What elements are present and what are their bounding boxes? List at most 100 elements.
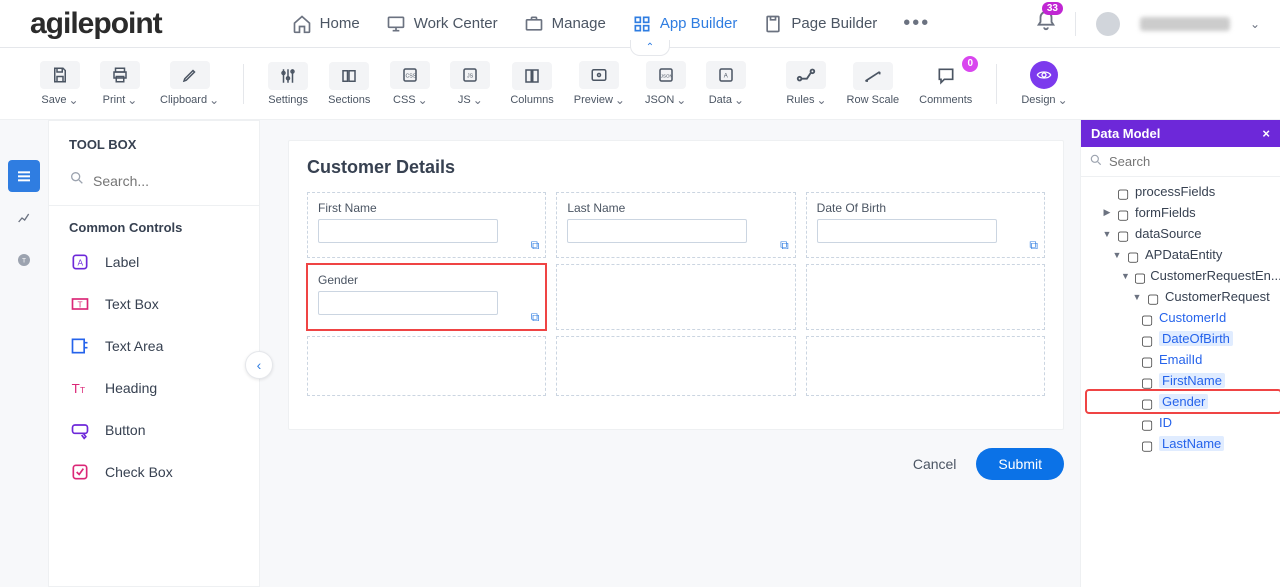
leaf-emailid[interactable]: ▢EmailId: [1087, 349, 1280, 370]
user-menu-chevron[interactable]: ⌄: [1250, 17, 1260, 31]
tool-data[interactable]: A Data⌄: [706, 61, 746, 107]
textarea-icon: [69, 335, 91, 357]
cancel-button[interactable]: Cancel: [913, 456, 957, 472]
field-gender[interactable]: Gender ⧉: [307, 264, 546, 330]
field-last-name-input[interactable]: [567, 219, 747, 243]
node-customerrequest[interactable]: ▼▢CustomerRequest: [1087, 286, 1280, 307]
tool-sections[interactable]: Sections: [328, 62, 370, 106]
toolbox-section-common: Common Controls: [49, 206, 259, 241]
search-icon: [69, 170, 85, 191]
node-datasource[interactable]: ▼▢dataSource: [1087, 223, 1280, 244]
tool-columns-label: Columns: [510, 94, 553, 106]
leaf-lastname[interactable]: ▢LastName: [1087, 433, 1280, 454]
field-first-name[interactable]: First Name ⧉: [307, 192, 546, 258]
side-tabs: T: [0, 120, 48, 587]
username: [1140, 17, 1230, 31]
tool-rules[interactable]: Rules⌄: [786, 61, 826, 107]
toolbox-search[interactable]: [49, 162, 259, 206]
tool-settings-label: Settings: [268, 94, 308, 106]
pencil-icon: [170, 61, 210, 89]
empty-cell[interactable]: [806, 264, 1045, 330]
folder-icon: ▢: [1134, 270, 1146, 282]
empty-cell[interactable]: [556, 264, 795, 330]
data-model-tree: ▢processFields ▶▢formFields ▼▢dataSource…: [1081, 177, 1280, 587]
field-first-name-input[interactable]: [318, 219, 498, 243]
tool-json-label: JSON: [645, 94, 674, 106]
tool-comments-label: Comments: [919, 94, 972, 106]
nav-manage[interactable]: Manage: [524, 14, 606, 34]
nav-work-center[interactable]: Work Center: [386, 14, 498, 34]
node-formfields[interactable]: ▶▢formFields: [1087, 202, 1280, 223]
tool-save[interactable]: Save⌄: [40, 61, 80, 107]
nav-app-builder[interactable]: App Builder: [632, 14, 738, 34]
binding-icon: ⧉: [531, 238, 540, 253]
notifications-button[interactable]: 33: [1035, 10, 1055, 37]
tool-sections-label: Sections: [328, 94, 370, 106]
control-textbox[interactable]: T Text Box: [49, 283, 259, 325]
field-dob-input[interactable]: [817, 219, 997, 243]
control-textarea[interactable]: Text Area: [49, 325, 259, 367]
node-customerrequesten[interactable]: ▼▢CustomerRequestEn...: [1087, 265, 1280, 286]
design-icon: [1030, 61, 1058, 89]
side-tab-text[interactable]: T: [8, 244, 40, 276]
tool-clipboard[interactable]: Clipboard⌄: [160, 61, 219, 107]
data-model-search[interactable]: [1081, 147, 1280, 177]
form-canvas[interactable]: Customer Details First Name ⧉ Last Name …: [288, 140, 1064, 430]
tool-css[interactable]: CSS CSS⌄: [390, 61, 430, 107]
node-apdataentity[interactable]: ▼▢APDataEntity: [1087, 244, 1280, 265]
data-model-panel: Data Model × ▢processFields ▶▢formFields…: [1080, 120, 1280, 587]
control-textarea-text: Text Area: [105, 338, 163, 354]
nav-more[interactable]: •••: [903, 12, 930, 35]
tool-columns[interactable]: Columns: [510, 62, 553, 106]
field-dob[interactable]: Date Of Birth ⧉: [806, 192, 1045, 258]
empty-cell[interactable]: [556, 336, 795, 396]
data-model-search-input[interactable]: [1109, 154, 1272, 169]
leaf-customerid[interactable]: ▢CustomerId: [1087, 307, 1280, 328]
toolbox-search-input[interactable]: [93, 173, 239, 189]
primary-nav: Home Work Center Manage App Builder Page…: [292, 12, 931, 35]
nav-home[interactable]: Home: [292, 14, 360, 34]
field-icon: ▢: [1141, 438, 1155, 450]
field-icon: ▢: [1141, 333, 1155, 345]
leaf-gender[interactable]: ▢Gender: [1087, 391, 1280, 412]
json-icon: JSON: [646, 61, 686, 89]
submit-button[interactable]: Submit: [976, 448, 1064, 480]
form-title: Customer Details: [307, 157, 1045, 178]
empty-cell[interactable]: [806, 336, 1045, 396]
node-processfields[interactable]: ▢processFields: [1087, 181, 1280, 202]
data-model-title: Data Model: [1091, 126, 1160, 141]
tool-preview[interactable]: Preview⌄: [574, 61, 625, 107]
tool-design[interactable]: Design⌄: [1021, 61, 1067, 107]
tool-rules-label: Rules: [786, 94, 814, 106]
tool-comments[interactable]: 0 Comments: [919, 62, 972, 106]
side-tab-toolbox[interactable]: [8, 160, 40, 192]
columns-icon: [512, 62, 552, 90]
leaf-dateofbirth[interactable]: ▢DateOfBirth: [1087, 328, 1280, 349]
control-button[interactable]: Button: [49, 409, 259, 451]
control-label[interactable]: A Label: [49, 241, 259, 283]
leaf-firstname[interactable]: ▢FirstName: [1087, 370, 1280, 391]
field-icon: ▢: [1141, 375, 1155, 387]
control-heading[interactable]: TT Heading: [49, 367, 259, 409]
leaf-id[interactable]: ▢ID: [1087, 412, 1280, 433]
collapse-toolbox-button[interactable]: ‹: [245, 351, 273, 379]
control-checkbox[interactable]: Check Box: [49, 451, 259, 493]
svg-text:A: A: [724, 73, 728, 79]
empty-cell[interactable]: [307, 336, 546, 396]
tool-settings[interactable]: Settings: [268, 62, 308, 106]
nav-manage-label: Manage: [552, 15, 606, 32]
field-gender-input[interactable]: [318, 291, 498, 315]
tool-print-label: Print: [103, 94, 126, 106]
nav-page-builder[interactable]: Page Builder: [763, 14, 877, 34]
folder-icon: ▢: [1117, 186, 1131, 198]
field-last-name[interactable]: Last Name ⧉: [556, 192, 795, 258]
tool-row-scale[interactable]: Row Scale: [847, 62, 900, 106]
tool-print[interactable]: Print⌄: [100, 61, 140, 107]
avatar[interactable]: [1096, 12, 1120, 36]
tool-json[interactable]: JSON JSON⌄: [645, 61, 686, 107]
data-icon: A: [706, 61, 746, 89]
close-icon[interactable]: ×: [1262, 126, 1270, 141]
tool-js[interactable]: JS JS⌄: [450, 61, 490, 107]
expand-header-toggle[interactable]: ⌃: [630, 40, 670, 56]
side-tab-chart[interactable]: [8, 202, 40, 234]
